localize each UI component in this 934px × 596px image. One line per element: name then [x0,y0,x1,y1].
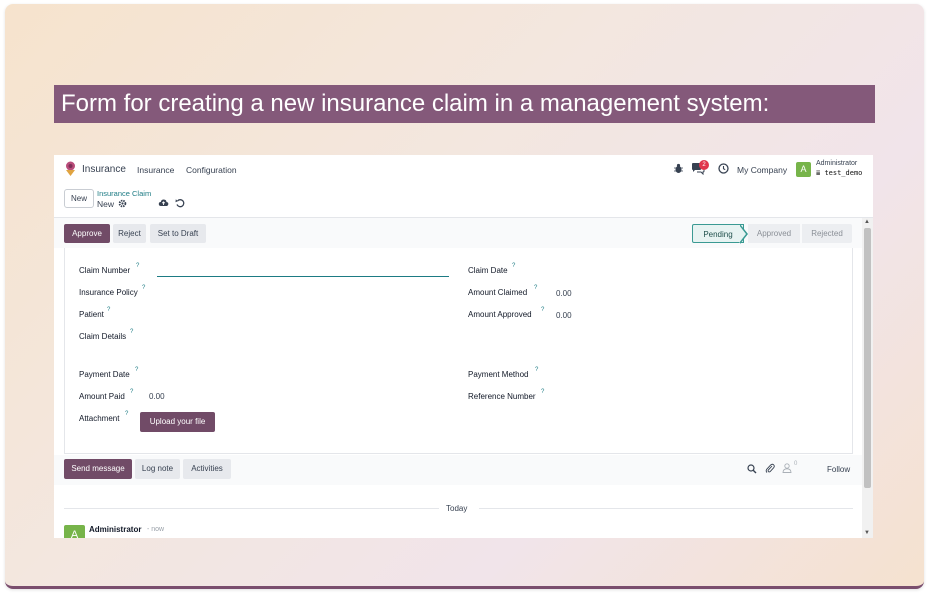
search-icon[interactable] [747,464,757,474]
breadcrumb-current: New [97,199,115,209]
send-message-button[interactable]: Send message [64,459,132,479]
user-avatar[interactable]: A [796,162,811,177]
paperclip-icon[interactable] [765,463,775,474]
amount-paid-label: Amount Paid [79,392,125,401]
message-author[interactable]: Administrator [89,525,141,534]
menu-configuration[interactable]: Configuration [186,165,237,175]
company-switcher[interactable]: My Company [737,165,787,175]
scrollbar-thumb[interactable] [864,228,871,488]
follow-button[interactable]: Follow [827,465,850,474]
amount-claimed-label: Amount Claimed [468,288,528,297]
follower-count: 0 [794,461,798,467]
claim-number-help-icon[interactable]: ? [136,263,139,269]
scroll-down-arrow-icon[interactable]: ▼ [864,530,870,536]
app-screenshot: Insurance Insurance Configuration 2 My C… [54,155,873,538]
activities-button[interactable]: Activities [183,459,231,479]
database-name: ≣ test_demo [816,169,862,177]
caption-banner: Form for creating a new insurance claim … [54,85,875,123]
amount-claimed-value[interactable]: 0.00 [556,289,572,298]
bug-icon[interactable] [673,163,684,174]
gear-icon[interactable] [118,199,127,208]
amount-approved-label: Amount Approved [468,310,532,319]
insurance-app-logo-icon[interactable] [64,161,77,177]
reference-number-help-icon[interactable]: ? [541,389,544,395]
stage-approved[interactable]: Approved [748,224,800,243]
insurance-policy-help-icon[interactable]: ? [142,285,145,291]
stage-arrow-inner [739,225,746,243]
patient-help-icon[interactable]: ? [107,307,110,313]
set-to-draft-button[interactable]: Set to Draft [150,224,206,243]
chat-badge: 2 [699,160,709,170]
message-time: - now [147,526,165,533]
followers-icon[interactable] [782,463,792,473]
top-navbar: Insurance Insurance Configuration 2 My C… [54,155,873,183]
scroll-up-arrow-icon[interactable]: ▲ [864,219,870,225]
claim-date-help-icon[interactable]: ? [512,263,515,269]
today-divider-right [479,508,853,509]
database-label: test_demo [824,169,863,177]
approve-button[interactable]: Approve [64,224,110,243]
new-button[interactable]: New [64,189,94,208]
stage-rejected[interactable]: Rejected [802,224,852,243]
upload-file-button[interactable]: Upload your file [140,412,215,432]
breadcrumb-parent[interactable]: Insurance Claim [97,189,151,198]
log-note-button[interactable]: Log note [135,459,180,479]
amount-paid-value[interactable]: 0.00 [149,392,165,401]
reject-button[interactable]: Reject [113,224,146,243]
discard-undo-icon[interactable] [175,198,185,208]
payment-date-help-icon[interactable]: ? [135,367,138,373]
app-name[interactable]: Insurance [82,164,126,175]
amount-approved-help-icon[interactable]: ? [541,307,544,313]
clock-icon[interactable] [718,163,729,174]
user-name[interactable]: Administrator [816,160,857,167]
amount-claimed-help-icon[interactable]: ? [534,285,537,291]
claim-details-label: Claim Details [79,332,127,341]
today-divider-left [64,508,439,509]
claim-number-input[interactable] [157,276,449,277]
payment-method-label: Payment Method [468,370,529,379]
save-cloud-icon[interactable] [158,198,169,208]
message-author-avatar[interactable]: A [64,525,85,538]
reference-number-label: Reference Number [468,392,536,401]
amount-approved-value[interactable]: 0.00 [556,311,572,320]
claim-date-label: Claim Date [468,266,508,275]
attachment-help-icon[interactable]: ? [125,411,128,417]
attachment-label: Attachment [79,414,120,423]
patient-label: Patient [79,310,104,319]
insurance-policy-label: Insurance Policy [79,288,138,297]
claim-number-label: Claim Number [79,266,131,275]
claim-details-help-icon[interactable]: ? [130,329,133,335]
payment-method-help-icon[interactable]: ? [535,367,538,373]
stage-pending[interactable]: Pending [692,224,744,243]
payment-date-label: Payment Date [79,370,130,379]
menu-insurance[interactable]: Insurance [137,165,174,175]
today-separator: Today [446,504,468,513]
amount-paid-help-icon[interactable]: ? [130,389,133,395]
